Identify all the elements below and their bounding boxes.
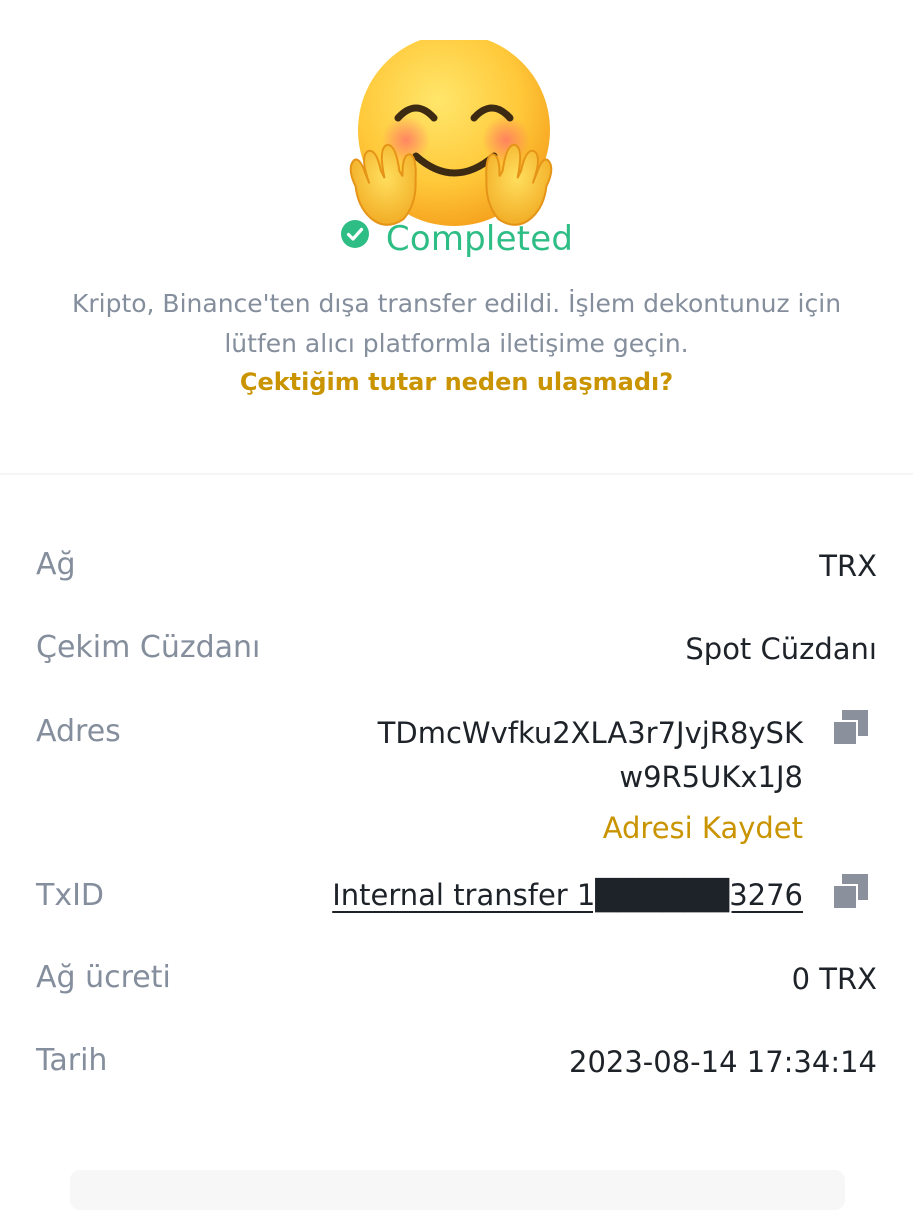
txid-value[interactable]: Internal transfer 1██████3276 <box>332 878 803 912</box>
txid-label: TxID <box>36 878 105 913</box>
fee-label: Ağ ücreti <box>36 960 171 995</box>
address-value: TDmcWvfku2XLA3r7JvjR8ySK w9R5UKx1J8 <box>378 711 803 799</box>
address-line-2: w9R5UKx1J8 <box>619 760 803 794</box>
copy-address-icon[interactable] <box>830 708 870 748</box>
save-address-button[interactable]: Adresi Kaydet <box>603 811 803 845</box>
address-line-1: TDmcWvfku2XLA3r7JvjR8ySK <box>377 716 803 750</box>
wallet-value: Spot Cüzdanı <box>685 632 877 666</box>
bottom-card <box>70 1170 845 1210</box>
network-label: Ağ <box>36 547 76 582</box>
wallet-label: Çekim Cüzdanı <box>36 630 261 665</box>
transaction-details: Ağ TRX Çekim Cüzdanı Spot Cüzdanı Adres … <box>0 0 913 1200</box>
address-label: Adres <box>36 714 121 749</box>
date-label: Tarih <box>36 1043 108 1078</box>
date-value: 2023-08-14 17:34:14 <box>569 1045 877 1079</box>
network-value: TRX <box>819 549 877 583</box>
copy-txid-icon[interactable] <box>830 872 870 912</box>
fee-value: 0 TRX <box>791 962 877 996</box>
